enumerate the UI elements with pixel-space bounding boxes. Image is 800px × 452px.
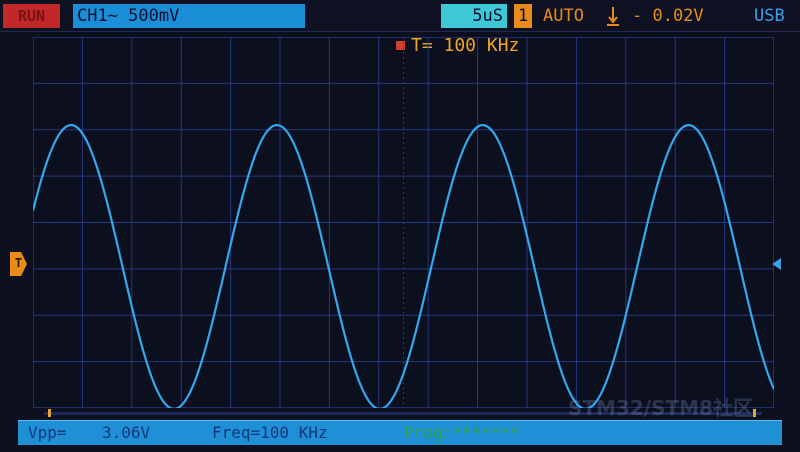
vpp-value: 3.06V xyxy=(102,423,151,442)
watermark-text: STM32/STM8社区 xyxy=(568,396,753,420)
progress-indicator: Prog:******* xyxy=(404,423,520,442)
channel-1-setting[interactable]: CH1~ 500mV xyxy=(73,4,305,28)
scroll-left-handle[interactable] xyxy=(48,409,51,417)
trigger-level[interactable]: - 0.02V xyxy=(632,4,704,28)
vpp-label: Vpp= xyxy=(28,423,67,442)
trigger-level-marker[interactable] xyxy=(772,258,781,270)
top-status-bar: RUN CH1~ 500mV 5uS 1 AUTO - 0.02V USB xyxy=(0,0,800,32)
trigger-position-marker[interactable]: T xyxy=(10,252,27,276)
timebase-setting[interactable]: 5uS xyxy=(441,4,507,28)
falling-edge-icon xyxy=(605,4,621,28)
trigger-mode[interactable]: AUTO xyxy=(543,4,584,28)
usb-connection-label: USB xyxy=(754,6,785,26)
mode-number-badge: 1 xyxy=(514,4,532,28)
run-status-badge[interactable]: RUN xyxy=(3,4,60,28)
bottom-status-bar: Vpp= 3.06V Freq=100 KHz Prog:******* xyxy=(18,420,782,445)
scroll-right-handle[interactable] xyxy=(753,409,756,417)
frequency-measurement: Freq=100 KHz xyxy=(212,423,328,442)
waveform-display[interactable] xyxy=(33,37,774,408)
